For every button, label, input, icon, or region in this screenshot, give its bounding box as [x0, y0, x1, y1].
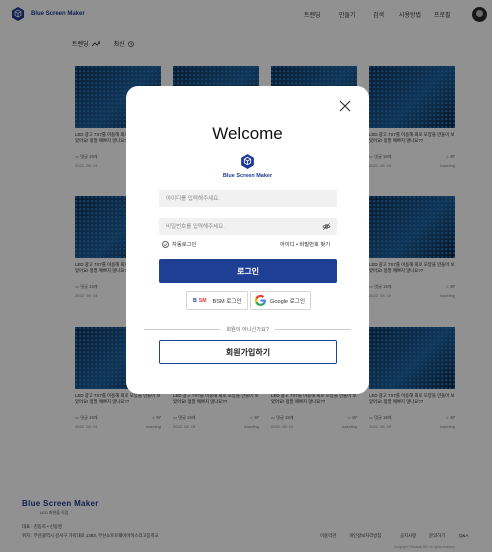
password-input[interactable] [159, 218, 337, 235]
google-login-button[interactable]: Google 로그인 [250, 291, 311, 310]
modal-title: Welcome [212, 124, 283, 143]
modal-brand: Blue Screen Maker [222, 173, 273, 179]
bsm-logo-icon-part: SM [198, 297, 207, 304]
google-logo-icon [254, 294, 266, 306]
signup-button[interactable]: 회원가입하기 [159, 340, 337, 364]
find-account-link[interactable]: 아이디 • 비밀번호 찾기 [280, 240, 330, 248]
bsm-logo-icon: B [193, 297, 197, 304]
not-member-text: 회원이 아니신가요? [226, 327, 269, 333]
bsm-login-label: BSM 로그인 [212, 298, 242, 305]
id-input[interactable] [159, 190, 337, 207]
auto-login-toggle[interactable]: 자동로그인 [162, 240, 196, 248]
auto-login-label: 자동로그인 [172, 242, 197, 248]
check-circle-icon [162, 240, 169, 248]
google-login-label: Google 로그인 [270, 298, 306, 305]
bsm-login-button[interactable]: B SM BSM 로그인 [186, 291, 248, 310]
close-icon[interactable] [338, 99, 352, 113]
eye-off-icon[interactable] [322, 222, 331, 231]
cube-logo-icon [241, 154, 254, 169]
login-modal: Welcome Blue Screen Maker 자동로그인 아이디 • 비밀… [126, 86, 369, 394]
login-button[interactable]: 로그인 [159, 259, 337, 283]
member-divider: 회원이 아니신가요? [144, 325, 351, 333]
